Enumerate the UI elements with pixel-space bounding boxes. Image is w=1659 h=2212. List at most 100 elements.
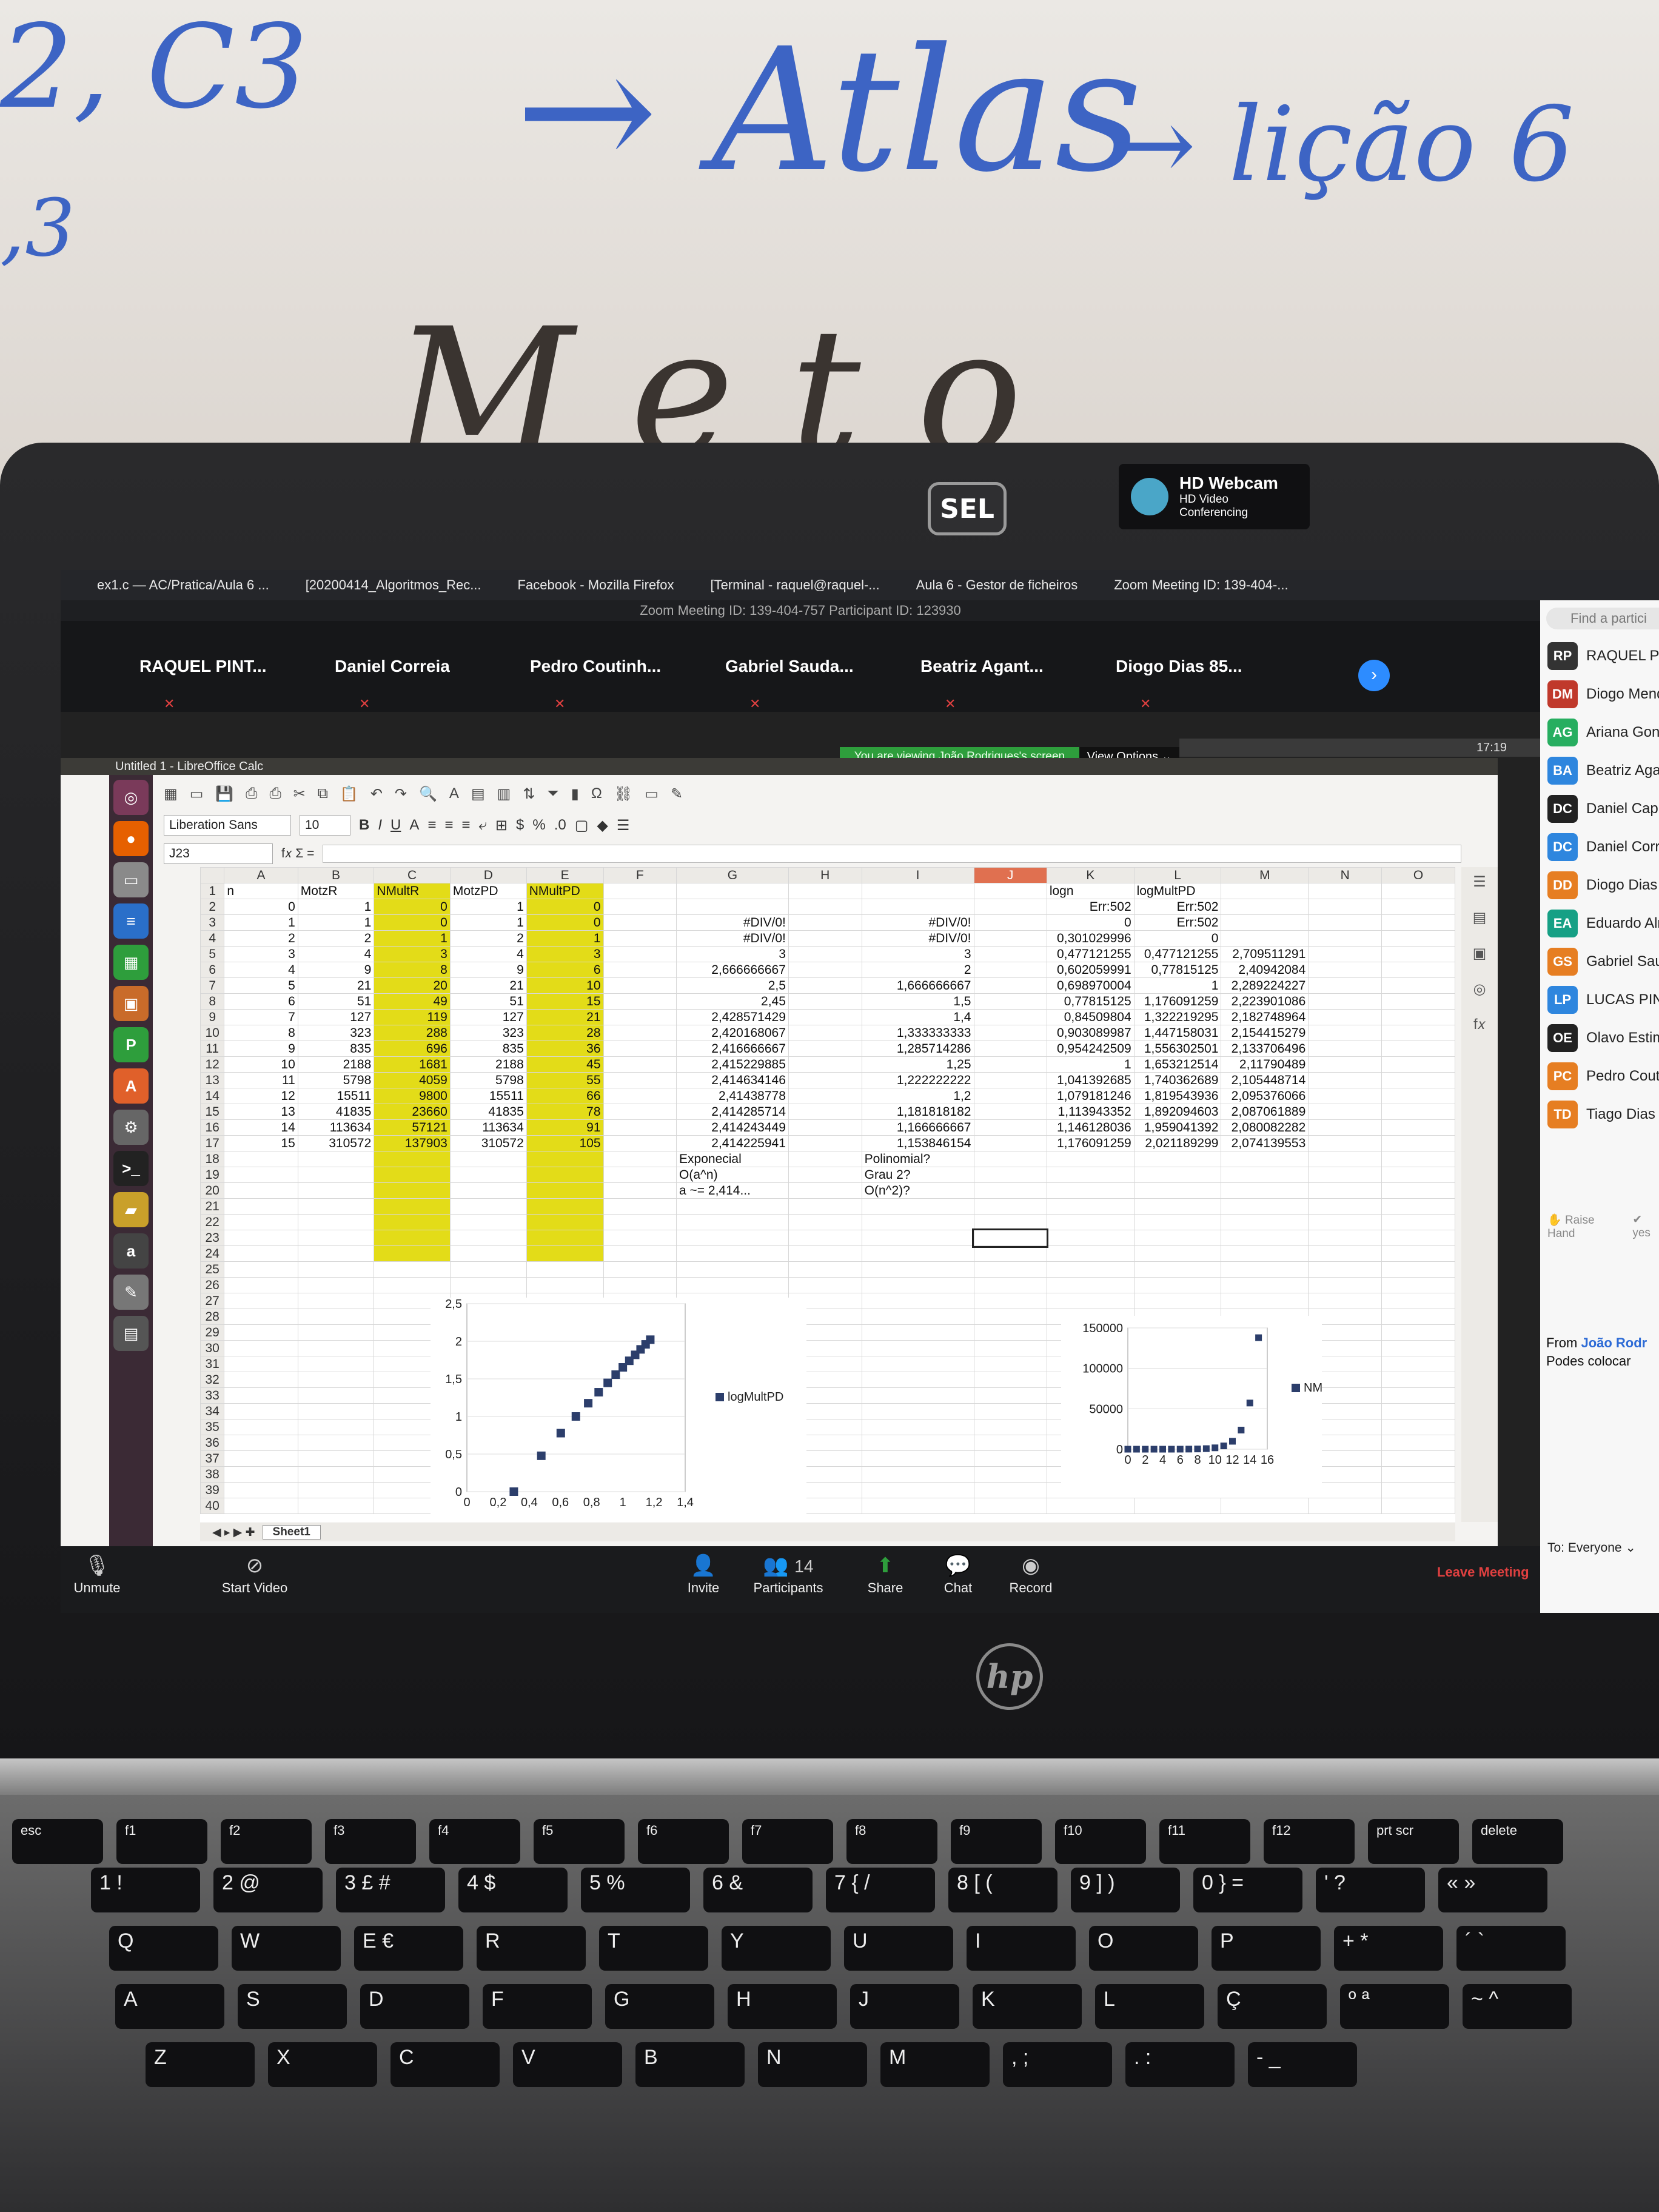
cell[interactable] (1381, 1498, 1455, 1514)
cell[interactable] (1308, 1261, 1382, 1278)
corner-cell[interactable] (200, 867, 225, 883)
cell[interactable] (1221, 1277, 1309, 1293)
cell[interactable] (526, 1182, 604, 1199)
cell[interactable] (788, 1056, 862, 1073)
cell[interactable]: 2 (449, 930, 527, 947)
cell[interactable] (224, 1435, 298, 1451)
cell[interactable]: 0,84509804 (1046, 1009, 1134, 1025)
cell[interactable] (1381, 1009, 1455, 1025)
cell[interactable] (1308, 1198, 1382, 1215)
cell[interactable]: 2 (297, 930, 375, 947)
cell[interactable] (971, 1228, 1049, 1248)
export-pdf-icon[interactable]: ⎙ (246, 785, 257, 802)
impress-icon[interactable]: ▣ (113, 986, 149, 1021)
cell[interactable]: 21 (297, 977, 375, 994)
cell[interactable]: 3 (374, 946, 451, 962)
tool-icon[interactable]: ▤ (113, 1316, 149, 1351)
cell[interactable] (603, 1214, 677, 1230)
cell[interactable] (1308, 1182, 1382, 1199)
cell[interactable] (1308, 1277, 1382, 1293)
row-header[interactable]: 24 (200, 1245, 225, 1262)
cell[interactable] (1381, 977, 1455, 994)
cell[interactable] (1381, 1151, 1455, 1167)
cell[interactable]: 2,428571429 (676, 1009, 789, 1025)
cell[interactable] (603, 1261, 677, 1278)
cell[interactable] (1221, 1498, 1309, 1514)
cell[interactable] (374, 1151, 451, 1167)
cell[interactable]: 4059 (374, 1072, 451, 1088)
column-icon[interactable]: ▥ (497, 785, 511, 803)
row-icon[interactable]: ▤ (471, 785, 485, 803)
cell[interactable] (1381, 1435, 1455, 1451)
cell[interactable] (861, 1340, 974, 1356)
cell[interactable] (224, 1309, 298, 1325)
cell[interactable] (1221, 1245, 1309, 1262)
cell[interactable] (973, 914, 1047, 931)
cell[interactable]: 3 (861, 946, 974, 962)
cell[interactable]: 1 (1046, 1056, 1134, 1073)
cell[interactable] (1046, 1198, 1134, 1215)
cell[interactable] (788, 962, 862, 978)
cell[interactable]: 1,041392685 (1046, 1072, 1134, 1088)
cell[interactable] (1381, 883, 1455, 899)
row-header[interactable]: 28 (200, 1309, 225, 1325)
participant-row[interactable]: RP RAQUEL PIN (1540, 637, 1659, 675)
cell[interactable] (1308, 962, 1382, 978)
cell[interactable]: 36 (526, 1041, 604, 1057)
cell[interactable]: 41835 (449, 1104, 527, 1120)
cell[interactable] (861, 1293, 974, 1309)
cell[interactable]: O(a^n) (676, 1167, 789, 1183)
cell[interactable] (603, 1245, 677, 1262)
cell[interactable] (449, 1167, 527, 1183)
cell[interactable] (603, 977, 677, 994)
cell[interactable] (1221, 1214, 1309, 1230)
row-header[interactable]: 27 (200, 1293, 225, 1309)
cell[interactable] (788, 1151, 862, 1167)
cell[interactable]: 0 (1133, 930, 1222, 947)
publisher-icon[interactable]: P (113, 1027, 149, 1062)
cell[interactable] (861, 1261, 974, 1278)
cell[interactable] (1381, 1088, 1455, 1104)
cell[interactable]: NMultPD (526, 883, 604, 899)
cell[interactable]: 55 (526, 1072, 604, 1088)
participant-row[interactable]: BA Beatriz Aga (1540, 751, 1659, 789)
folder-icon[interactable]: ▰ (113, 1192, 149, 1227)
cell[interactable] (297, 1466, 375, 1483)
cell[interactable] (1308, 1498, 1382, 1514)
cell[interactable] (1308, 1009, 1382, 1025)
cell[interactable] (1308, 1041, 1382, 1057)
cell[interactable] (676, 899, 789, 915)
cell[interactable] (1381, 1198, 1455, 1215)
cell[interactable]: 835 (449, 1041, 527, 1057)
cell[interactable] (297, 1245, 375, 1262)
taskbar-item[interactable]: [Terminal - raquel@raquel-... (711, 577, 880, 593)
cell[interactable] (603, 899, 677, 915)
editor-icon[interactable]: ✎ (113, 1275, 149, 1310)
cell[interactable] (1381, 1025, 1455, 1041)
cell[interactable] (1381, 1482, 1455, 1498)
cell[interactable] (1221, 1198, 1309, 1215)
cell[interactable] (973, 993, 1047, 1010)
bold-button[interactable]: B (359, 817, 369, 834)
cell[interactable] (297, 1324, 375, 1341)
cell[interactable] (861, 1435, 974, 1451)
cell[interactable] (1046, 1261, 1134, 1278)
cell[interactable]: 2,45 (676, 993, 789, 1010)
cell[interactable]: 7 (224, 1009, 298, 1025)
cell[interactable] (973, 962, 1047, 978)
cell[interactable]: 9 (449, 962, 527, 978)
column-header[interactable]: A (224, 867, 298, 883)
cell[interactable] (1381, 1450, 1455, 1467)
cell[interactable] (861, 1245, 974, 1262)
cell[interactable] (297, 1167, 375, 1183)
cell[interactable]: 2,416666667 (676, 1041, 789, 1057)
cell[interactable] (449, 1214, 527, 1230)
font-color-icon[interactable]: A (409, 817, 419, 834)
cell[interactable] (297, 1151, 375, 1167)
cell[interactable] (1133, 1498, 1222, 1514)
special-char-icon[interactable]: Ω (591, 785, 602, 802)
cell[interactable] (788, 1088, 862, 1104)
settings-icon[interactable]: ⚙ (113, 1110, 149, 1145)
cell[interactable] (788, 1182, 862, 1199)
cell[interactable] (1381, 1403, 1455, 1419)
